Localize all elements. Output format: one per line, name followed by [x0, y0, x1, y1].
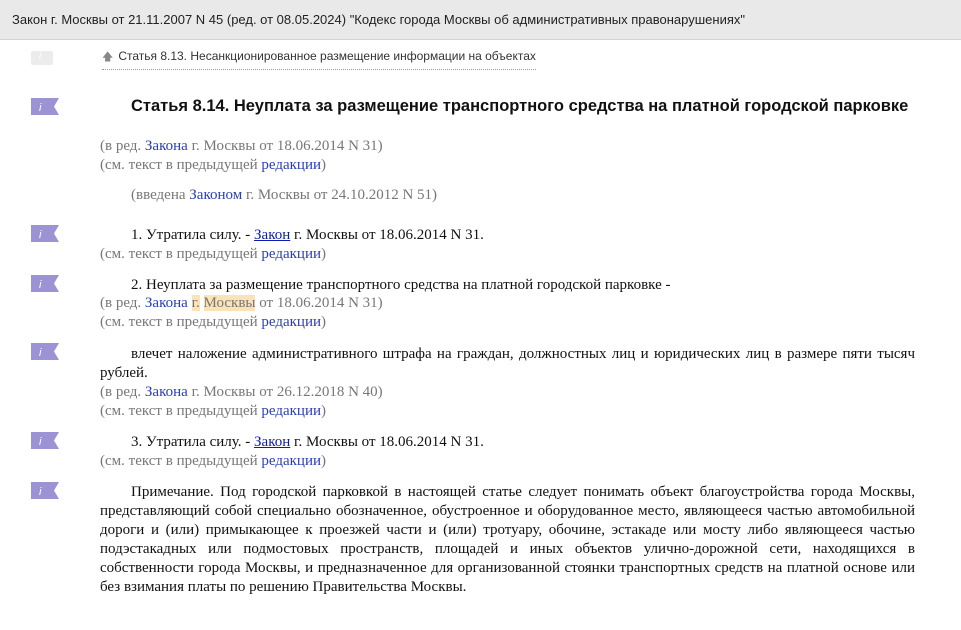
article-heading: Статья 8.14. Неуплата за размещение тран…	[131, 97, 909, 115]
note-text: )	[321, 453, 327, 469]
revision-link[interactable]: редакции	[261, 157, 321, 173]
law-link[interactable]: Закона	[145, 138, 188, 154]
prev-version-note: (см. текст в предыдущей редакции)	[100, 452, 326, 471]
edit-note: (в ред. Закона г. Москвы от 18.06.2014 N…	[100, 294, 383, 313]
note-text: г. Москвы от 26.12.2018 N 40)	[187, 384, 383, 400]
note-text	[188, 295, 192, 311]
paragraph-2: 2. Неуплата за размещение транспортного …	[131, 277, 671, 293]
law-link[interactable]: Законом	[189, 187, 242, 203]
info-bookmark-icon[interactable]: i	[31, 225, 59, 242]
paragraph-text: г. Москвы от 18.06.2014 N 31.	[290, 434, 484, 450]
paragraph-text: 3. Утратила силу. -	[131, 434, 255, 450]
note-text	[200, 295, 204, 311]
revision-link[interactable]: редакции	[261, 246, 321, 262]
prev-version-note: (см. текст в предыдущей редакции)	[100, 245, 326, 264]
note-text: (см. текст в предыдущей	[100, 453, 262, 469]
note-text: )	[321, 314, 327, 330]
note-text: )	[321, 246, 327, 262]
paragraph-4: 3. Утратила силу. - Закон г. Москвы от 1…	[100, 433, 915, 452]
note-text: (см. текст в предыдущей	[100, 157, 262, 173]
revision-link[interactable]: редакции	[261, 453, 321, 469]
prev-article-link-label: Статья 8.13. Несанкционированное размеще…	[118, 49, 536, 63]
paragraph-3: влечет наложение административного штраф…	[100, 346, 915, 381]
note-text: (в ред.	[100, 384, 145, 400]
note-text: (введена	[131, 187, 190, 203]
info-bookmark-icon[interactable]: i	[31, 98, 59, 115]
note-text: )	[321, 403, 327, 419]
note-text: от 18.06.2014 N 31)	[255, 295, 383, 311]
revision-link[interactable]: редакции	[261, 403, 321, 419]
law-link[interactable]: Закон	[254, 434, 290, 450]
note-text: (см. текст в предыдущей	[100, 403, 262, 419]
prev-article-link[interactable]: 🡅 Статья 8.13. Несанкционированное размещ…	[102, 48, 536, 70]
info-bookmark-icon[interactable]: i	[31, 432, 59, 449]
info-bookmark-icon[interactable]: i	[31, 51, 53, 65]
paragraph-text: г. Москвы от 18.06.2014 N 31.	[290, 227, 484, 243]
prev-version-note: (см. текст в предыдущей редакции)	[100, 156, 326, 175]
note-text: г. Москвы от 18.06.2014 N 31)	[187, 138, 383, 154]
note-text: (в ред.	[100, 138, 145, 154]
law-link[interactable]: Закона	[145, 295, 188, 311]
law-link[interactable]: Закона	[145, 384, 188, 400]
edit-note: (в ред. Закона г. Москвы от 26.12.2018 N…	[100, 383, 383, 402]
arrow-up-icon: 🡅	[102, 51, 114, 63]
prev-version-note: (см. текст в предыдущей редакции)	[100, 313, 326, 332]
info-bookmark-icon[interactable]: i	[31, 343, 59, 360]
paragraph-text: 1. Утратила силу. -	[131, 227, 255, 243]
note-text: г. Москвы от 24.10.2012 N 51)	[242, 187, 438, 203]
note-text: (см. текст в предыдущей	[100, 314, 262, 330]
law-link[interactable]: Закон	[254, 227, 290, 243]
info-bookmark-icon[interactable]: i	[31, 482, 59, 499]
search-highlight: г.	[191, 295, 200, 311]
document-title: Закон г. Москвы от 21.11.2007 N 45 (ред.…	[12, 12, 745, 27]
document-title-bar: Закон г. Москвы от 21.11.2007 N 45 (ред.…	[0, 0, 961, 40]
edit-note: (в ред. Закона г. Москвы от 18.06.2014 N…	[100, 137, 383, 156]
paragraph-1: 1. Утратила силу. - Закон г. Москвы от 1…	[100, 226, 915, 245]
revision-link[interactable]: редакции	[261, 314, 321, 330]
note-paragraph: Примечание. Под городской парковкой в на…	[100, 484, 915, 595]
note-text: (см. текст в предыдущей	[100, 246, 262, 262]
search-highlight: Москвы	[203, 295, 256, 311]
introduced-note: (введена Законом г. Москвы от 24.10.2012…	[131, 186, 437, 205]
note-text: )	[321, 157, 327, 173]
info-bookmark-icon[interactable]: i	[31, 275, 59, 292]
note-text: (в ред.	[100, 295, 145, 311]
prev-version-note: (см. текст в предыдущей редакции)	[100, 402, 326, 421]
